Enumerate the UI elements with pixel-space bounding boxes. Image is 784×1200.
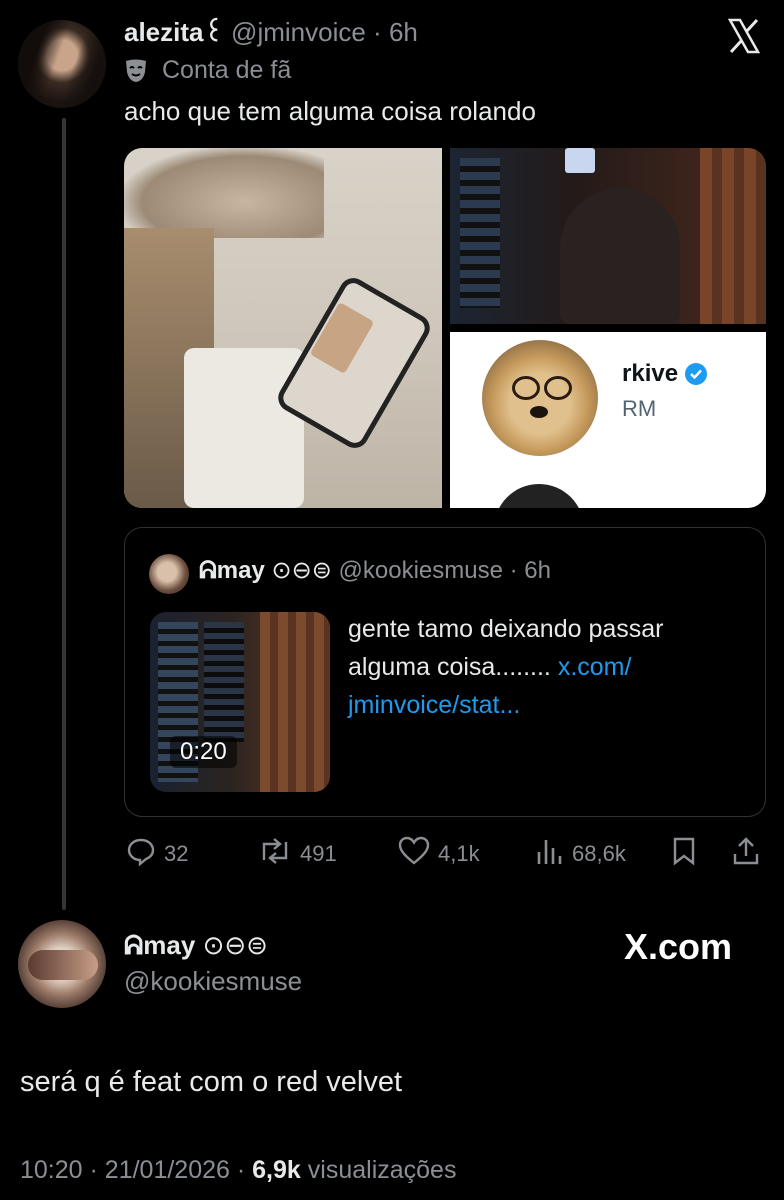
rkive-name: rkive [622, 360, 679, 387]
media-image-profile-card[interactable]: rkive RM [450, 332, 766, 508]
reply-symbols: ⊙⊖⊜ [202, 930, 268, 960]
author-avatar[interactable] [18, 20, 106, 108]
reply-display-name[interactable]: ᕱmay [124, 930, 195, 960]
reply-meta: 10:20 · 21/01/2026 · 6,9k visualizações [20, 1156, 456, 1185]
quote-text-block: gente tamo deixando passar alguma coisa.… [348, 610, 748, 724]
share-icon [732, 836, 768, 872]
video-duration-badge: 0:20 [170, 736, 237, 768]
like-button[interactable]: 4,1k [398, 836, 480, 872]
rkive-handle: RM [622, 396, 657, 421]
reply-name-row: ᕱmay ⊙⊖⊜ [124, 930, 268, 962]
quote-display-name[interactable]: ᕱmay [199, 557, 265, 584]
quote-symbols: ⊙⊖⊜ [271, 557, 332, 584]
reply-author-avatar[interactable] [18, 920, 106, 1008]
reply-count: 32 [164, 841, 189, 866]
partial-avatar [494, 484, 584, 508]
reply-handle[interactable]: @kookiesmuse [124, 966, 302, 997]
like-icon [398, 836, 438, 872]
tweet-text: acho que tem alguma coisa rolando [124, 96, 536, 126]
account-label: Conta de fã [162, 56, 292, 84]
quote-time: 6h [524, 557, 551, 584]
verified-badge-icon [684, 362, 708, 386]
like-count: 4,1k [438, 841, 480, 866]
meta-separator-1: · [89, 1156, 98, 1184]
quoted-tweet[interactable]: ᕱmay ⊙⊖⊜ @kookiesmuse · 6h 0:20 gente ta… [124, 527, 766, 817]
repost-button[interactable]: 491 [258, 836, 337, 872]
author-handle[interactable]: @jminvoice [231, 17, 366, 47]
repost-count: 491 [300, 841, 337, 866]
rkive-avatar [482, 340, 598, 456]
account-label-row: Conta de fã [124, 56, 291, 85]
x-logo-icon[interactable] [724, 16, 764, 56]
quote-video-thumbnail[interactable]: 0:20 [150, 612, 330, 792]
quote-header: ᕱmay ⊙⊖⊜ @kookiesmuse · 6h [199, 556, 551, 585]
media-image-studio[interactable] [450, 148, 766, 324]
reply-button[interactable]: 32 [126, 836, 188, 872]
tweet-time[interactable]: 6h [389, 17, 418, 47]
meta-separator-2: · [236, 1156, 246, 1184]
share-button[interactable] [732, 836, 768, 872]
quote-separator: · [509, 557, 518, 584]
views-count: 68,6k [572, 841, 626, 866]
reply-date: 21/01/2026 [104, 1156, 230, 1184]
reply-views-count: 6,9k [252, 1156, 301, 1184]
quote-handle[interactable]: @kookiesmuse [339, 557, 503, 584]
repost-icon [258, 836, 300, 872]
tweet-header: alezita꒰ @jminvoice · 6h [124, 14, 418, 48]
author-display-name[interactable]: alezita꒰ [124, 17, 224, 47]
reply-time: 10:20 [20, 1156, 83, 1184]
header-separator: · [373, 17, 382, 47]
media-grid[interactable]: rkive RM [124, 148, 766, 508]
bookmark-button[interactable] [672, 836, 704, 872]
reply-text: será q é feat com o red velvet [20, 1066, 403, 1098]
reply-icon [126, 836, 164, 872]
views-button[interactable]: 68,6k [536, 836, 626, 872]
reply-views-label: visualizações [307, 1156, 457, 1184]
x-brand-logo: X.com [624, 926, 733, 967]
media-image-phone[interactable] [124, 148, 442, 508]
quote-author-avatar[interactable] [149, 554, 189, 594]
bookmark-icon [672, 836, 704, 872]
thread-connector-line [62, 118, 66, 910]
views-icon [536, 836, 572, 872]
theater-mask-icon [124, 58, 148, 84]
